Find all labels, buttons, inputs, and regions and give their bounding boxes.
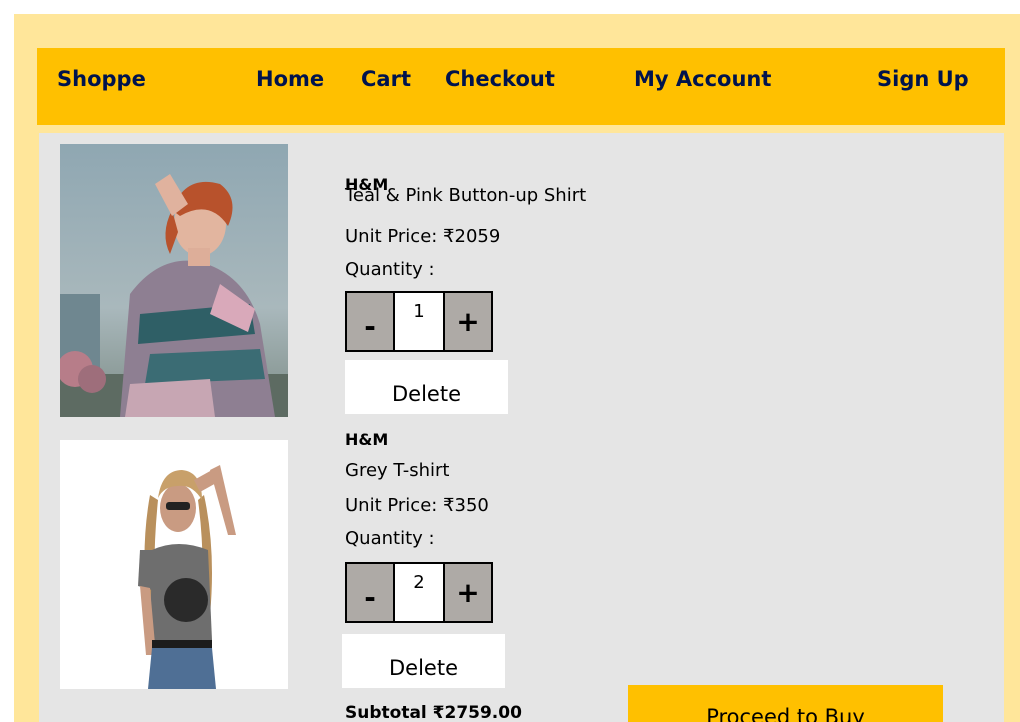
product-image-shirt[interactable] xyxy=(60,144,288,417)
quantity-increase-button[interactable]: + xyxy=(443,564,491,621)
subtotal: Subtotal ₹2759.00 xyxy=(345,703,522,722)
delete-button[interactable]: Delete xyxy=(345,360,508,414)
nav-link-home[interactable]: Home xyxy=(256,67,324,91)
delete-button[interactable]: Delete xyxy=(342,634,505,688)
proceed-to-buy-button[interactable]: Proceed to Buy xyxy=(628,685,943,722)
navbar: Shoppe Home Cart Checkout My Account Sig… xyxy=(37,48,1005,125)
woman-in-shirt-photo xyxy=(60,144,288,417)
woman-in-tshirt-photo xyxy=(60,440,288,689)
nav-link-cart[interactable]: Cart xyxy=(361,67,411,91)
nav-link-sign-up[interactable]: Sign Up xyxy=(877,67,969,91)
quantity-increase-button[interactable]: + xyxy=(443,293,491,350)
nav-link-checkout[interactable]: Checkout xyxy=(445,67,555,91)
product-unit-price: Unit Price: ₹350 xyxy=(345,495,489,516)
product-image-tshirt[interactable] xyxy=(60,440,288,689)
quantity-decrease-button[interactable]: - xyxy=(347,293,395,350)
product-name: Teal & Pink Button-up Shirt xyxy=(345,185,587,206)
product-brand: H&M xyxy=(345,430,389,449)
quantity-value[interactable]: 2 xyxy=(395,564,443,621)
nav-brand-shoppe[interactable]: Shoppe xyxy=(57,67,146,91)
product-unit-price: Unit Price: ₹2059 xyxy=(345,226,501,247)
quantity-stepper: - 2 + xyxy=(345,562,493,623)
quantity-decrease-button[interactable]: - xyxy=(347,564,395,621)
quantity-stepper: - 1 + xyxy=(345,291,493,352)
quantity-label: Quantity : xyxy=(345,528,435,549)
quantity-label: Quantity : xyxy=(345,259,435,280)
product-name: Grey T-shirt xyxy=(345,460,450,481)
nav-link-my-account[interactable]: My Account xyxy=(634,67,771,91)
quantity-value[interactable]: 1 xyxy=(395,293,443,350)
